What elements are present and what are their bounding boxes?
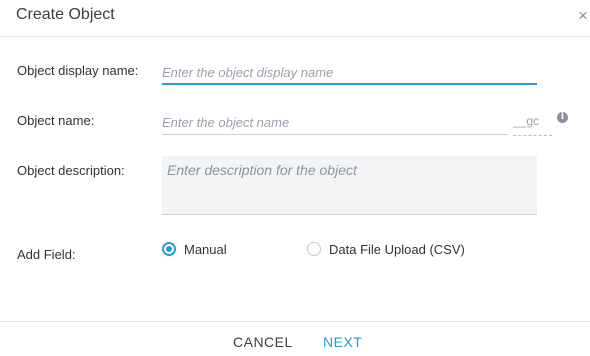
radio-csv-button[interactable] — [307, 242, 321, 256]
display-name-input[interactable] — [162, 61, 537, 85]
radio-csv-label: Data File Upload (CSV) — [329, 241, 465, 257]
close-icon[interactable]: × — [576, 7, 590, 25]
radio-csv-upload[interactable]: Data File Upload (CSV) — [307, 239, 465, 259]
create-object-dialog: Create Object × Object display name: Obj… — [0, 0, 590, 355]
next-button[interactable]: NEXT — [323, 334, 362, 350]
object-name-label: Object name: — [17, 113, 95, 128]
cancel-button[interactable]: CANCEL — [233, 334, 293, 350]
info-icon[interactable]: i — [557, 112, 568, 123]
dialog-title: Create Object — [16, 6, 115, 23]
description-label: Object description: — [17, 163, 125, 178]
object-name-suffix: __gc — [513, 113, 552, 136]
display-name-label: Object display name: — [17, 63, 139, 78]
dialog-footer — [0, 321, 590, 356]
description-textarea[interactable] — [162, 156, 537, 215]
object-name-input[interactable] — [162, 111, 508, 135]
dialog-header: Create Object × — [0, 0, 590, 37]
radio-manual-label: Manual — [184, 241, 227, 257]
add-field-label: Add Field: — [17, 247, 76, 262]
radio-manual[interactable]: Manual — [162, 239, 227, 259]
radio-manual-button[interactable] — [162, 242, 176, 256]
